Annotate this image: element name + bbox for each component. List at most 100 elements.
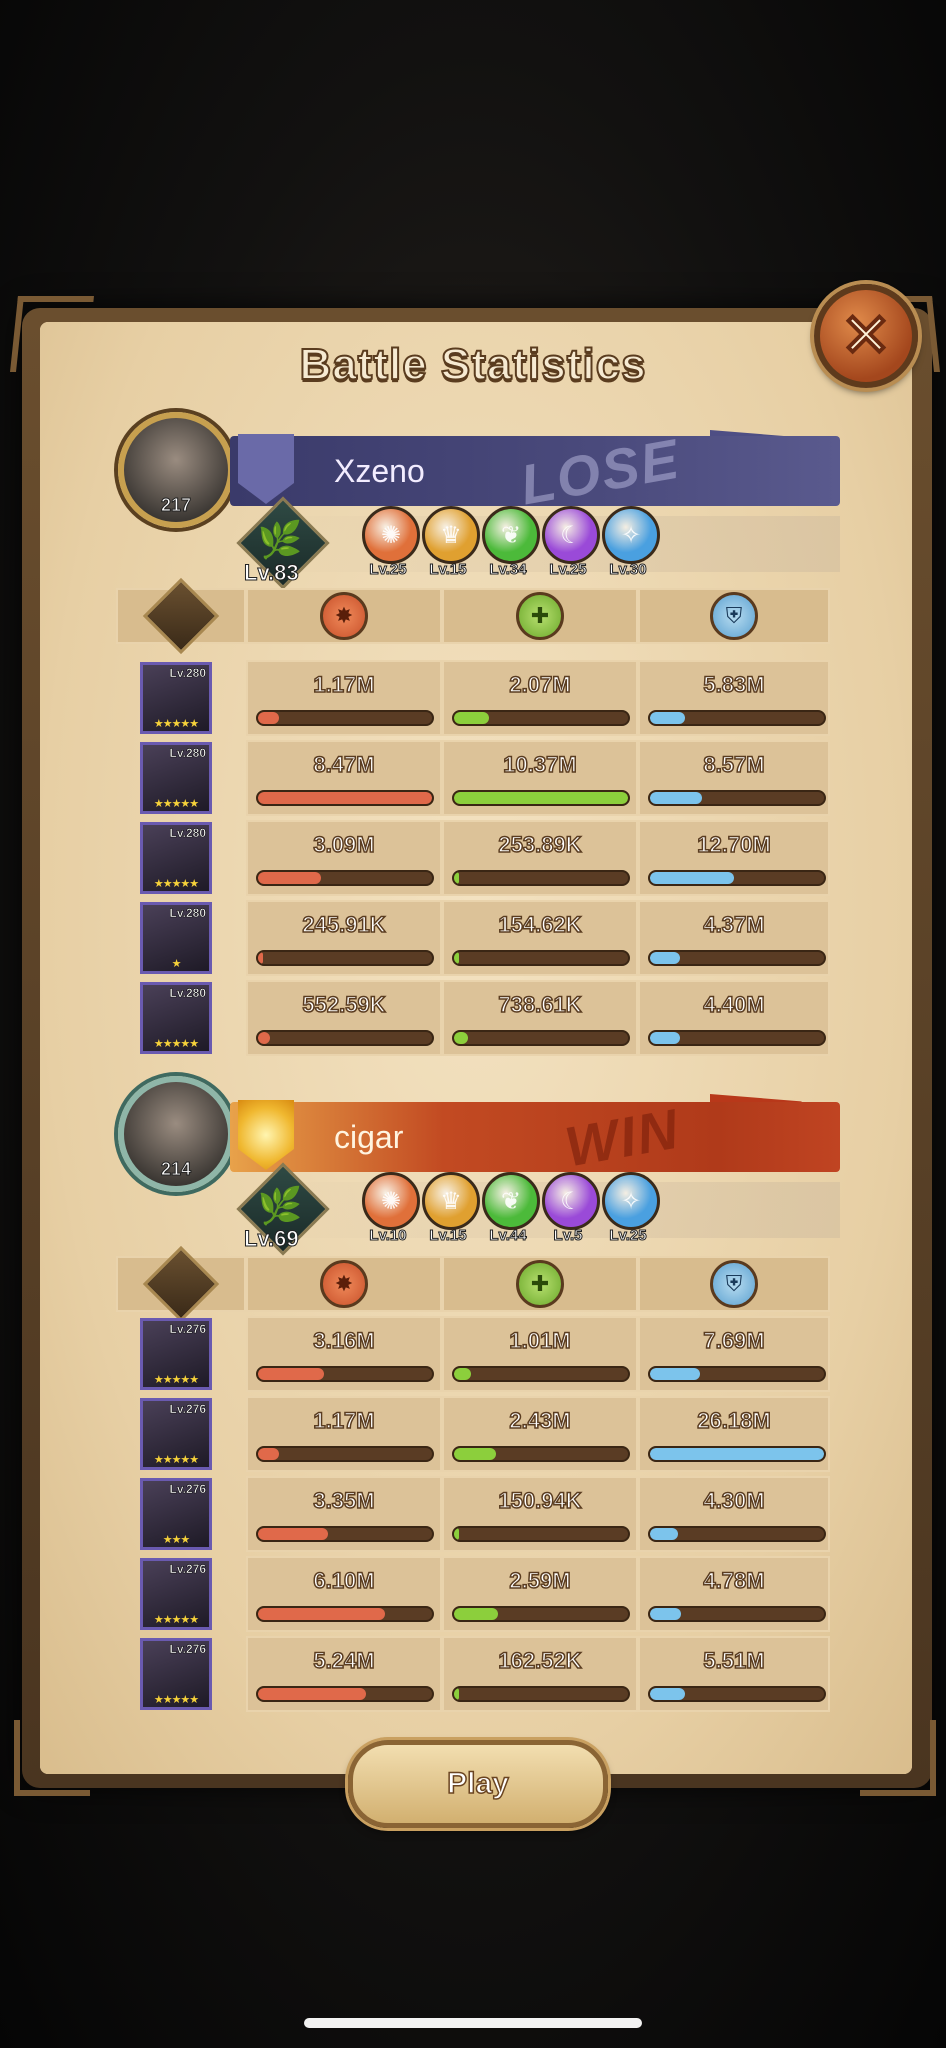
- healing-value: 10.37M: [503, 751, 578, 778]
- player-banner-win: cigar WIN: [230, 1096, 840, 1178]
- details-icon[interactable]: [142, 1245, 220, 1323]
- hero-stat-row: Lv.276 ★★★★★ 3.16M 1.01M 7.69M: [116, 1316, 830, 1392]
- tank-value: 4.37M: [703, 911, 766, 938]
- lightbearer-icon: ✺: [362, 1172, 420, 1230]
- tank-bar: [648, 790, 826, 806]
- tank-cell: 26.18M: [638, 1396, 830, 1472]
- hero-portrait[interactable]: Lv.280 ★: [140, 902, 212, 974]
- faction-level: Lv.30: [609, 561, 647, 579]
- healing-value: 162.52K: [498, 1647, 583, 1674]
- hero-stars: ★★★★★: [153, 1614, 199, 1626]
- faction-level: Lv.5: [553, 1227, 583, 1245]
- damage-bar: [256, 790, 434, 806]
- healing-value: 738.61K: [498, 991, 583, 1018]
- hero-portrait[interactable]: Lv.276 ★★★★★: [140, 1558, 212, 1630]
- healing-cell: 1.01M: [442, 1316, 638, 1392]
- tank-value: 12.70M: [697, 831, 772, 858]
- tank-cell: 4.40M: [638, 980, 830, 1056]
- damage-bar: [256, 1686, 434, 1702]
- hero-portrait[interactable]: Lv.280 ★★★★★: [140, 982, 212, 1054]
- hero-stat-row: Lv.280 ★★★★★ 3.09M 253.89K 12.70M: [116, 820, 830, 896]
- hero-stars: ★★★: [162, 1534, 191, 1546]
- healing-bar: [452, 790, 630, 806]
- healing-cell: 162.52K: [442, 1636, 638, 1712]
- tank-value: 7.69M: [703, 1327, 766, 1354]
- damage-value: 6.10M: [313, 1567, 376, 1594]
- damage-bar-fill: [258, 1448, 279, 1460]
- healing-bar: [452, 1366, 630, 1382]
- graveborn-icon: ☾: [542, 1172, 600, 1230]
- hero-portrait[interactable]: Lv.276 ★★★★★: [140, 1638, 212, 1710]
- healing-cell: 2.07M: [442, 660, 638, 736]
- tank-bar-fill: [650, 1688, 685, 1700]
- frame-corner: [14, 1720, 90, 1796]
- tank-value: 26.18M: [697, 1407, 772, 1434]
- tank-bar-fill: [650, 712, 685, 724]
- stats-header: ✸ ✚ ⛨: [116, 1245, 830, 1323]
- damage-cell: 1.17M: [246, 660, 442, 736]
- damage-value: 5.24M: [313, 1647, 376, 1674]
- play-button[interactable]: Play: [348, 1740, 608, 1828]
- hero-level: Lv.276: [169, 1322, 206, 1337]
- damage-bar-fill: [258, 872, 321, 884]
- healing-value: 253.89K: [498, 831, 583, 858]
- home-indicator[interactable]: [304, 2018, 642, 2028]
- tank-bar-fill: [650, 952, 680, 964]
- damage-cell: 5.24M: [246, 1636, 442, 1712]
- healing-bar-fill: [454, 1608, 498, 1620]
- hero-stars: ★: [171, 958, 182, 970]
- player-avatar[interactable]: 214: [118, 1076, 234, 1192]
- hero-stars: ★★★★★: [153, 1038, 199, 1050]
- healing-cell: 10.37M: [442, 740, 638, 816]
- hero-level: Lv.276: [169, 1482, 206, 1497]
- hero-level: Lv.280: [169, 986, 206, 1001]
- avatar-level: 217: [160, 495, 192, 516]
- player-avatar[interactable]: 217: [118, 412, 234, 528]
- healing-cell: 2.43M: [442, 1396, 638, 1472]
- hero-level: Lv.280: [169, 826, 206, 841]
- damage-bar: [256, 1606, 434, 1622]
- tank-bar-fill: [650, 1368, 701, 1380]
- healing-bar: [452, 1686, 630, 1702]
- damage-icon: ✸: [320, 1260, 368, 1308]
- hero-level: Lv.276: [169, 1642, 206, 1657]
- hero-portrait[interactable]: Lv.276 ★★★: [140, 1478, 212, 1550]
- hero-stat-row: Lv.276 ★★★ 3.35M 150.94K 4.30M: [116, 1476, 830, 1552]
- damage-cell: 1.17M: [246, 1396, 442, 1472]
- hero-portrait[interactable]: Lv.280 ★★★★★: [140, 742, 212, 814]
- tank-bar-fill: [650, 1528, 678, 1540]
- hero-portrait[interactable]: Lv.276 ★★★★★: [140, 1398, 212, 1470]
- healing-bar-fill: [454, 952, 460, 964]
- healing-cell: 150.94K: [442, 1476, 638, 1552]
- tank-bar: [648, 1446, 826, 1462]
- tank-cell: 5.83M: [638, 660, 830, 736]
- hero-stars: ★★★★★: [153, 1454, 199, 1466]
- hero-level: Lv.280: [169, 906, 206, 921]
- damage-cell: 3.09M: [246, 820, 442, 896]
- damage-bar-fill: [258, 792, 432, 804]
- hero-stars: ★★★★★: [153, 798, 199, 810]
- hero-portrait[interactable]: Lv.280 ★★★★★: [140, 822, 212, 894]
- hero-stat-row: Lv.280 ★★★★★ 1.17M 2.07M 5.83M: [116, 660, 830, 736]
- tank-bar: [648, 1030, 826, 1046]
- damage-cell: 3.16M: [246, 1316, 442, 1392]
- faction-level: Lv.15: [429, 561, 467, 579]
- hero-portrait[interactable]: Lv.280 ★★★★★: [140, 662, 212, 734]
- celestial-icon: ✧: [602, 1172, 660, 1230]
- hero-level: Lv.280: [169, 746, 206, 761]
- damage-value: 3.16M: [313, 1327, 376, 1354]
- damage-bar-fill: [258, 952, 264, 964]
- damage-value: 552.59K: [302, 991, 387, 1018]
- hero-stat-row: Lv.280 ★★★★★ 8.47M 10.37M 8.57M: [116, 740, 830, 816]
- damage-bar: [256, 870, 434, 886]
- tank-cell: 12.70M: [638, 820, 830, 896]
- close-button[interactable]: ✕: [814, 284, 918, 388]
- tank-value: 5.51M: [703, 1647, 766, 1674]
- hero-stars: ★★★★★: [153, 1694, 199, 1706]
- healing-bar-fill: [454, 1528, 460, 1540]
- healing-bar-fill: [454, 792, 628, 804]
- details-icon[interactable]: [142, 577, 220, 655]
- healing-bar: [452, 1446, 630, 1462]
- healing-bar: [452, 1030, 630, 1046]
- hero-portrait[interactable]: Lv.276 ★★★★★: [140, 1318, 212, 1390]
